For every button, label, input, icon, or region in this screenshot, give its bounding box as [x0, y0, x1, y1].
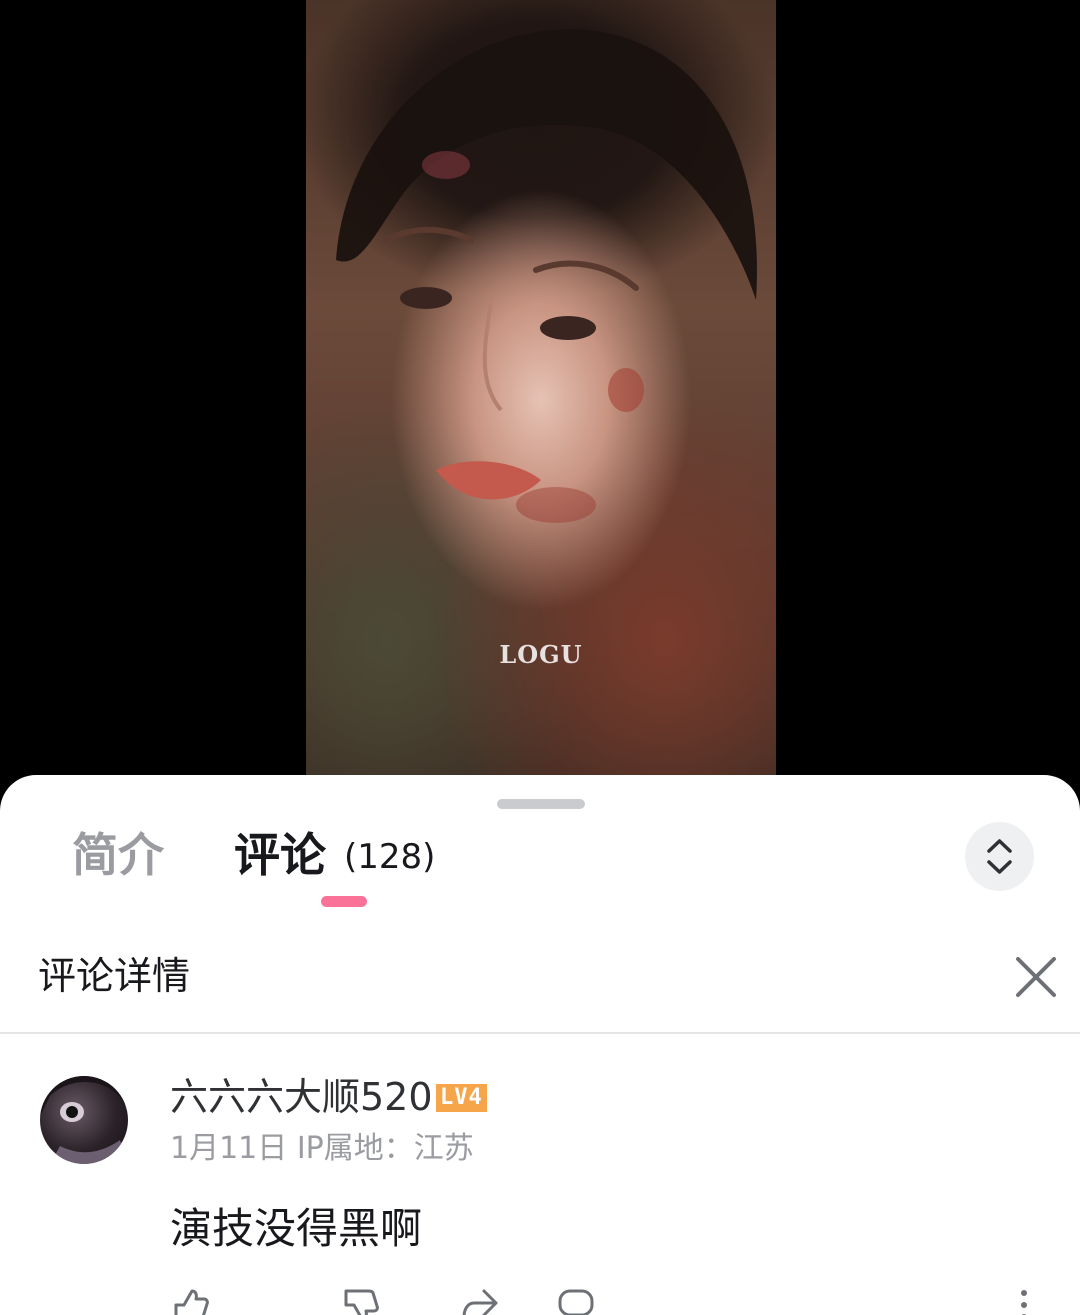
avatar[interactable] — [40, 1076, 128, 1164]
video-watermark: LOGU — [499, 640, 583, 669]
thumbs-up-icon[interactable] — [170, 1285, 210, 1315]
comment-date: 1月11日 — [170, 1131, 288, 1166]
chevron-up-down-icon — [987, 839, 1012, 874]
comment-actions — [170, 1285, 1050, 1315]
level-badge: LV4 — [436, 1084, 487, 1112]
divider — [0, 1032, 1080, 1034]
close-icon — [1016, 957, 1056, 997]
avatar-image — [40, 1076, 128, 1164]
close-button[interactable] — [1012, 953, 1060, 1001]
share-icon[interactable] — [460, 1285, 500, 1315]
comment-ip-location: IP属地：江苏 — [296, 1131, 474, 1166]
comment-sheet: 简介 评论 (128) 评论详情 六六六大顺520 LV4 1月11日 IP属地… — [0, 775, 1080, 1315]
drag-handle[interactable] — [497, 799, 585, 809]
comments-count: (128) — [344, 837, 436, 877]
video-player[interactable]: LOGU — [0, 0, 1080, 800]
tab-comments[interactable]: 评论 — [234, 825, 326, 885]
more-icon[interactable] — [1004, 1285, 1044, 1315]
thumbs-down-icon[interactable] — [340, 1285, 380, 1315]
reply-icon[interactable] — [556, 1285, 596, 1315]
comment-detail-title: 评论详情 — [38, 954, 191, 998]
expand-button[interactable] — [965, 822, 1034, 891]
comment-username[interactable]: 六六六大顺520 — [170, 1073, 433, 1121]
video-frame[interactable]: LOGU — [306, 0, 776, 775]
active-tab-indicator — [321, 896, 367, 907]
comment-text: 演技没得黑啊 — [170, 1204, 423, 1253]
tab-intro[interactable]: 简介 — [72, 825, 164, 885]
comment-meta: 1月11日 IP属地：江苏 — [170, 1129, 474, 1169]
